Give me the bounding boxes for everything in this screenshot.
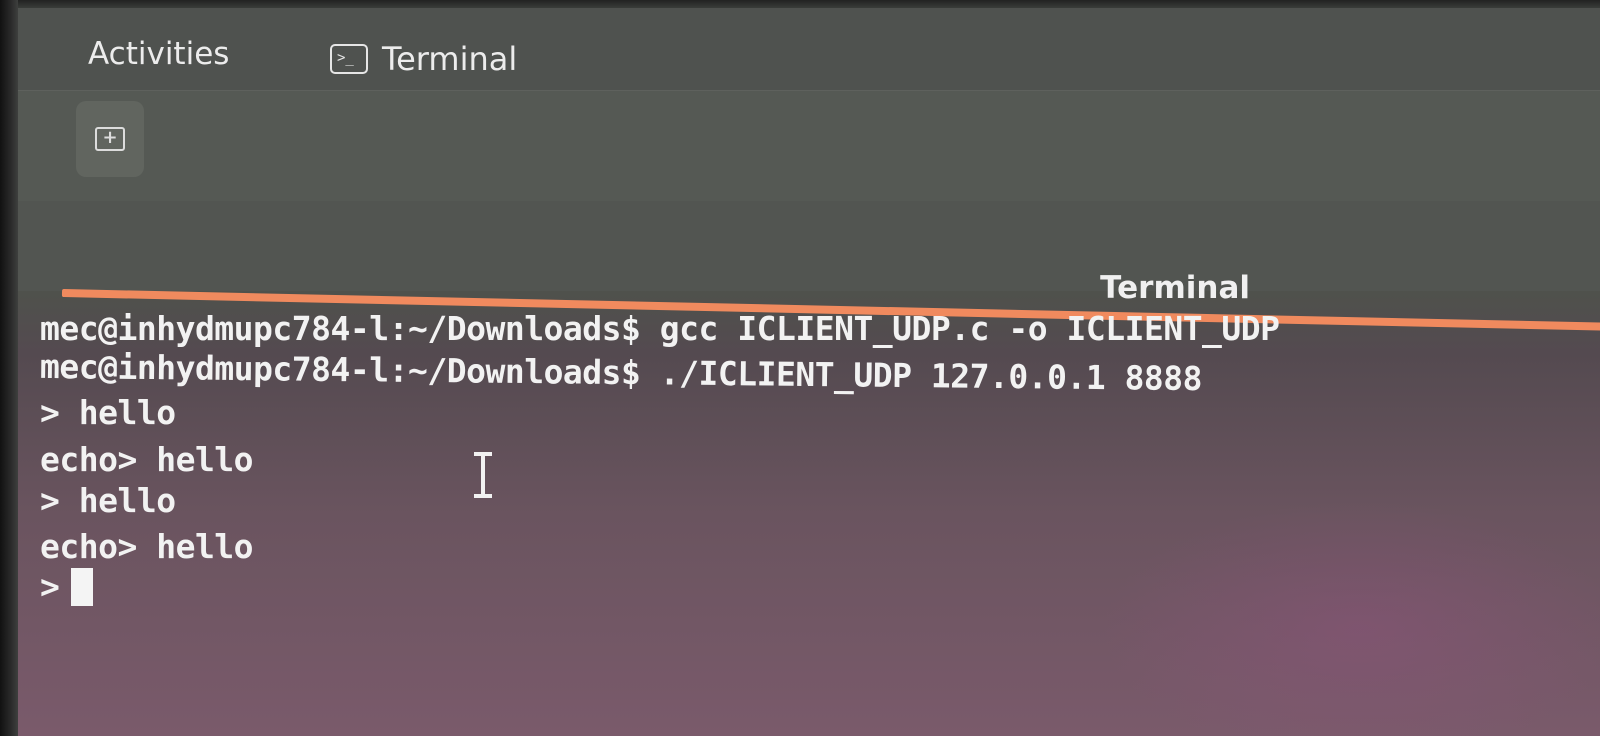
- new-tab-button[interactable]: +: [76, 101, 144, 177]
- terminal-prompt-line[interactable]: >: [40, 567, 94, 606]
- text-cursor: [71, 568, 94, 606]
- tab-bar: [18, 201, 1600, 291]
- monitor-bezel-top: [0, 0, 1600, 8]
- terminal-line: echo> hello: [40, 440, 254, 479]
- prompt-symbol: >: [40, 567, 60, 606]
- terminal-icon: >_: [330, 44, 368, 74]
- terminal-output[interactable]: mec@inhydmupc784-l:~/Downloads$ gcc ICLI…: [40, 305, 1600, 736]
- activities-button[interactable]: Activities: [88, 36, 229, 72]
- monitor-bezel-left: [0, 0, 18, 736]
- terminal-line: > hello: [40, 393, 176, 432]
- new-tab-icon: +: [95, 127, 125, 151]
- app-menu-label: Terminal: [382, 40, 518, 78]
- window-title: Terminal: [1100, 270, 1250, 306]
- screen: Activities >_ Terminal + Terminal mec@in…: [0, 0, 1600, 736]
- mouse-ibeam-cursor: [472, 452, 494, 498]
- terminal-line: mec@inhydmupc784-l:~/Downloads$ ./ICLIEN…: [39, 346, 1203, 399]
- terminal-line: mec@inhydmupc784-l:~/Downloads$ gcc ICLI…: [40, 309, 1280, 348]
- header-bar: +: [18, 91, 1600, 201]
- app-menu[interactable]: >_ Terminal: [330, 40, 517, 78]
- top-bar: Activities >_ Terminal: [18, 8, 1600, 91]
- terminal-line: > hello: [40, 481, 176, 520]
- terminal-line: echo> hello: [40, 527, 254, 566]
